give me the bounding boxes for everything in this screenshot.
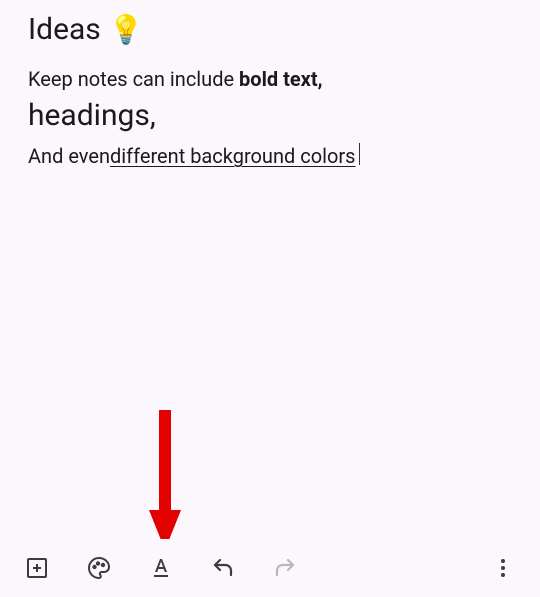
body-heading-line: headings, bbox=[28, 95, 512, 137]
more-button[interactable] bbox=[490, 555, 516, 581]
undo-button[interactable] bbox=[210, 555, 236, 581]
body-line-1: Keep notes can include bold text, bbox=[28, 65, 512, 93]
body-line-3: And even different background colors bbox=[28, 141, 512, 170]
add-box-icon bbox=[25, 556, 49, 580]
body-line-1-prefix: Keep notes can include bbox=[28, 67, 239, 91]
redo-button bbox=[272, 555, 298, 581]
add-button[interactable] bbox=[24, 555, 50, 581]
toolbar-right bbox=[490, 555, 516, 581]
text-format-icon bbox=[149, 556, 173, 580]
palette-icon bbox=[87, 556, 111, 580]
lightbulb-emoji: 💡 bbox=[109, 13, 144, 46]
body-line-1-bold: bold text, bbox=[239, 67, 323, 91]
arrow-annotation bbox=[145, 410, 185, 554]
body-line-3-underlined: different background colors bbox=[110, 142, 355, 170]
bottom-toolbar bbox=[0, 539, 540, 597]
palette-button[interactable] bbox=[86, 555, 112, 581]
note-content[interactable]: Ideas 💡 Keep notes can include bold text… bbox=[0, 0, 540, 182]
undo-icon bbox=[211, 556, 235, 580]
note-body[interactable]: Keep notes can include bold text, headin… bbox=[28, 65, 512, 170]
toolbar-left bbox=[24, 555, 298, 581]
body-line-3-prefix: And even bbox=[28, 142, 110, 170]
more-vert-icon bbox=[491, 556, 515, 580]
title-row: Ideas 💡 bbox=[28, 12, 512, 47]
text-format-button[interactable] bbox=[148, 555, 174, 581]
redo-icon bbox=[273, 556, 297, 580]
text-cursor bbox=[359, 143, 361, 165]
note-title[interactable]: Ideas bbox=[28, 12, 101, 47]
